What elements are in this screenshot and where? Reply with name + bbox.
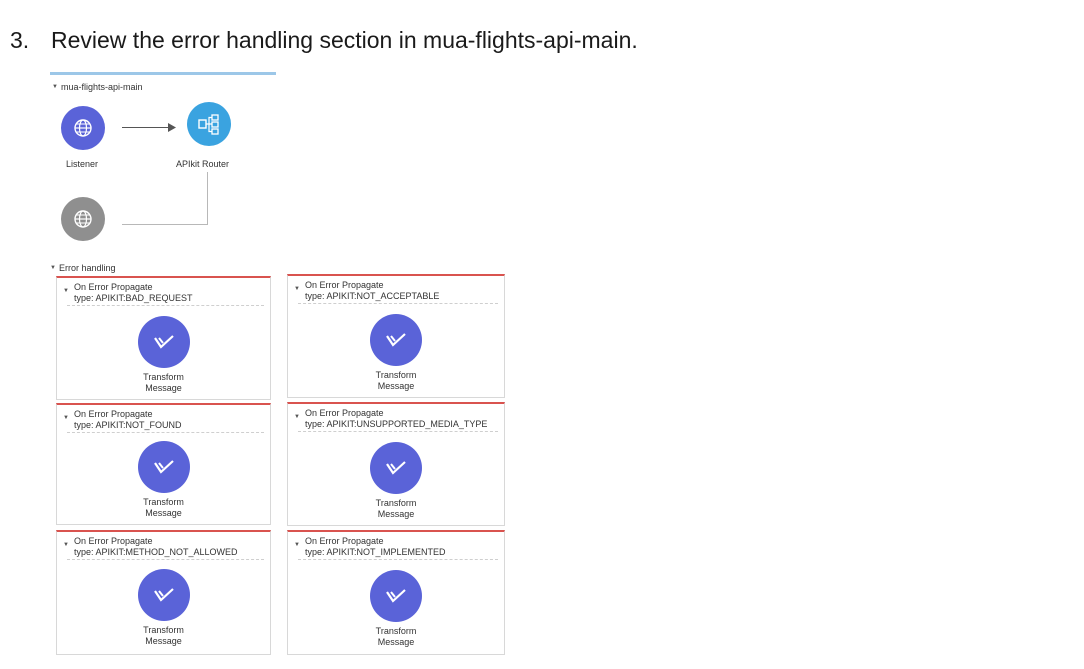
component-label-line2: Message xyxy=(145,508,182,518)
dataweave-icon xyxy=(153,335,174,349)
instruction-text: Review the error handling section in mua… xyxy=(51,27,638,53)
dataweave-icon xyxy=(386,589,406,603)
on-error-propagate-panel[interactable]: ▼ On Error Propagate type: APIKIT:UNSUPP… xyxy=(287,402,505,526)
on-error-propagate-panel[interactable]: ▼ On Error Propagate type: APIKIT:METHOD… xyxy=(56,530,271,655)
transform-label: Transform Message xyxy=(288,498,504,520)
expand-triangle-icon[interactable]: ▼ xyxy=(63,286,69,297)
step-number: 3. xyxy=(10,27,30,53)
flow-title[interactable]: ▼ mua-flights-api-main xyxy=(52,82,142,92)
router-icon xyxy=(198,114,219,135)
transform-message-node[interactable] xyxy=(370,314,422,366)
transform-message-node[interactable] xyxy=(137,569,190,621)
component-label-line1: Transform xyxy=(375,498,417,508)
divider xyxy=(298,431,498,432)
transform-message-node[interactable] xyxy=(137,441,190,493)
apikit-router-node[interactable] xyxy=(187,102,231,146)
return-connector-horizontal xyxy=(122,224,208,225)
collapse-triangle-icon[interactable]: ▼ xyxy=(52,84,58,90)
divider xyxy=(67,559,264,560)
instruction-heading: 3. Review the error handling section in m… xyxy=(10,27,638,54)
panel-title: On Error Propagate xyxy=(305,536,384,546)
panel-header[interactable]: ▼ On Error Propagate type: APIKIT:NOT_FO… xyxy=(63,409,182,431)
divider xyxy=(67,432,264,433)
divider xyxy=(67,305,264,306)
dataweave-icon xyxy=(386,333,406,347)
globe-icon xyxy=(74,210,92,228)
listener-label: Listener xyxy=(66,159,99,169)
divider xyxy=(298,303,498,304)
transform-label: Transform Message xyxy=(57,497,270,519)
error-handling-title[interactable]: ▼ Error handling xyxy=(50,263,115,273)
globe-icon xyxy=(74,119,92,137)
panel-error-type: type: APIKIT:NOT_IMPLEMENTED xyxy=(305,547,446,557)
error-handling-label: Error handling xyxy=(58,263,116,273)
panel-title: On Error Propagate xyxy=(74,409,153,419)
component-label-line2: Message xyxy=(377,637,415,647)
transform-message-node[interactable] xyxy=(137,316,190,368)
return-connector-vertical xyxy=(207,172,208,224)
component-label-line1: Transform xyxy=(143,372,184,382)
panel-header[interactable]: ▼ On Error Propagate type: APIKIT:METHOD… xyxy=(63,536,238,558)
component-label-line1: Transform xyxy=(375,370,417,380)
component-label-line2: Message xyxy=(377,381,415,391)
flow-connector xyxy=(122,127,172,128)
panel-title: On Error Propagate xyxy=(305,408,384,418)
flow-header-bar xyxy=(50,72,276,75)
transform-label: Transform Message xyxy=(288,370,504,392)
on-error-propagate-panel[interactable]: ▼ On Error Propagate type: APIKIT:NOT_AC… xyxy=(287,274,505,398)
expand-triangle-icon[interactable]: ▼ xyxy=(294,284,300,295)
collapse-triangle-icon[interactable]: ▼ xyxy=(50,265,56,271)
component-label-line2: Message xyxy=(377,509,415,519)
flow-name: mua-flights-api-main xyxy=(60,82,143,92)
apikit-router-label: APIkit Router xyxy=(176,159,230,169)
panel-title: On Error Propagate xyxy=(305,280,384,290)
panel-header[interactable]: ▼ On Error Propagate type: APIKIT:NOT_AC… xyxy=(294,280,439,302)
dataweave-icon xyxy=(153,460,174,474)
transform-message-node[interactable] xyxy=(370,442,422,494)
transform-label: Transform Message xyxy=(57,625,270,647)
listener-node[interactable] xyxy=(61,106,105,150)
dataweave-icon xyxy=(386,461,406,475)
transform-message-node[interactable] xyxy=(370,570,422,622)
component-label-line2: Message xyxy=(145,636,182,646)
panel-error-type: type: APIKIT:UNSUPPORTED_MEDIA_TYPE xyxy=(305,419,488,429)
divider xyxy=(298,559,498,560)
component-label-line2: Message xyxy=(145,383,182,393)
component-label-line1: Transform xyxy=(143,497,184,507)
panel-title: On Error Propagate xyxy=(74,536,153,546)
panel-header[interactable]: ▼ On Error Propagate type: APIKIT:NOT_IM… xyxy=(294,536,446,558)
expand-triangle-icon[interactable]: ▼ xyxy=(294,540,300,551)
on-error-propagate-panel[interactable]: ▼ On Error Propagate type: APIKIT:BAD_RE… xyxy=(56,276,271,400)
panel-error-type: type: APIKIT:NOT_ACCEPTABLE xyxy=(305,291,440,301)
expand-triangle-icon[interactable]: ▼ xyxy=(294,412,300,423)
expand-triangle-icon[interactable]: ▼ xyxy=(63,413,69,424)
expand-triangle-icon[interactable]: ▼ xyxy=(63,540,69,551)
transform-label: Transform Message xyxy=(288,626,504,648)
panel-error-type: type: APIKIT:METHOD_NOT_ALLOWED xyxy=(74,547,238,557)
on-error-propagate-panel[interactable]: ▼ On Error Propagate type: APIKIT:NOT_FO… xyxy=(56,403,271,525)
component-label-line1: Transform xyxy=(143,625,184,635)
panel-error-type: type: APIKIT:BAD_REQUEST xyxy=(74,293,193,303)
arrowhead-icon xyxy=(168,123,176,132)
panel-title: On Error Propagate xyxy=(74,282,153,292)
on-error-propagate-panel[interactable]: ▼ On Error Propagate type: APIKIT:NOT_IM… xyxy=(287,530,505,655)
response-node[interactable] xyxy=(61,197,105,241)
panel-error-type: type: APIKIT:NOT_FOUND xyxy=(74,420,182,430)
dataweave-icon xyxy=(153,588,174,602)
component-label-line1: Transform xyxy=(375,626,417,636)
panel-header[interactable]: ▼ On Error Propagate type: APIKIT:UNSUPP… xyxy=(294,408,487,430)
panel-header[interactable]: ▼ On Error Propagate type: APIKIT:BAD_RE… xyxy=(63,282,193,304)
transform-label: Transform Message xyxy=(57,372,270,394)
